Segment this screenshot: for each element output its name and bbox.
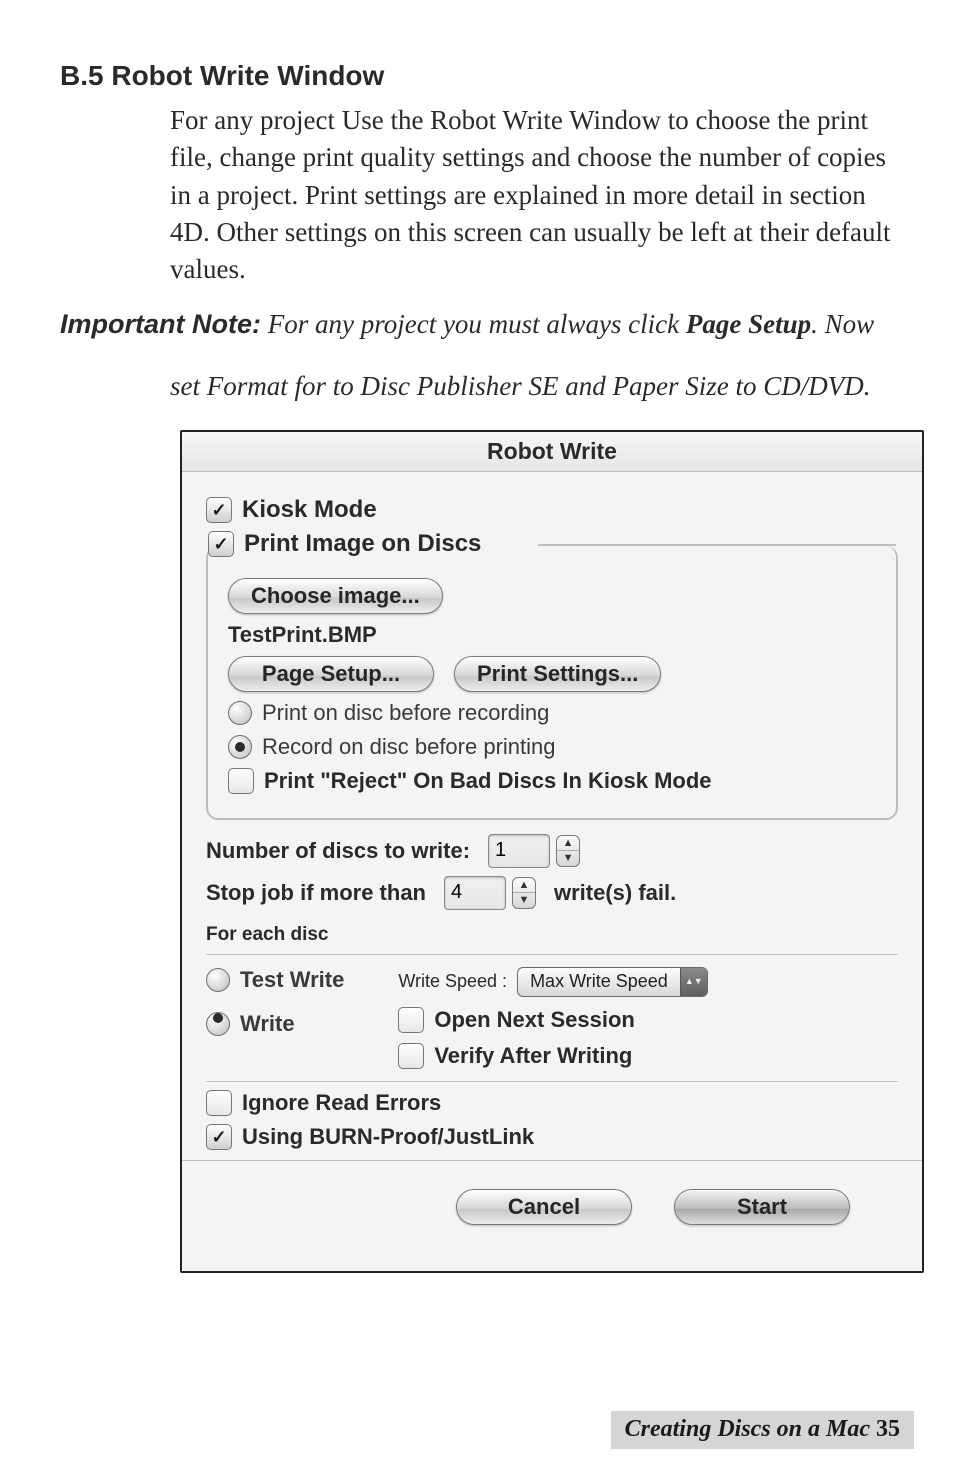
radio-record-before-printing[interactable]: Record on disc before printing (228, 734, 556, 760)
selected-file-name: TestPrint.BMP (228, 622, 377, 648)
print-reject-label: Print "Reject" On Bad Discs In Kiosk Mod… (264, 768, 712, 794)
footer-page-number: 35 (876, 1416, 900, 1442)
radio-dot-icon (228, 701, 252, 725)
for-each-disc-label: For each disc (206, 924, 329, 946)
radio-dot-selected-icon (206, 1012, 230, 1036)
write-speed-label: Write Speed : (398, 971, 507, 992)
stepper-arrows-icon[interactable]: ▲▼ (512, 877, 536, 909)
burn-proof-label: Using BURN-Proof/JustLink (242, 1124, 534, 1150)
select-arrows-icon: ▲▼ (680, 968, 707, 996)
stop-job-input[interactable] (444, 876, 506, 910)
num-discs-stepper[interactable]: ▲▼ (488, 834, 580, 868)
radio-print-before-recording[interactable]: Print on disc before recording (228, 700, 549, 726)
radio-write-label: Write (240, 1011, 295, 1037)
kiosk-mode-checkbox[interactable]: ✓ (206, 497, 232, 523)
print-image-label: Print Image on Discs (244, 530, 481, 558)
kiosk-mode-row: ✓ Kiosk Mode (206, 496, 898, 524)
important-note-text-2: . Now (811, 309, 874, 339)
dialog-title: Robot Write (182, 432, 922, 472)
write-speed-select[interactable]: Max Write Speed ▲▼ (517, 967, 708, 997)
radio-dot-selected-icon (228, 735, 252, 759)
important-note-bold: Page Setup (686, 309, 811, 339)
choose-image-button[interactable]: Choose image... (228, 578, 443, 614)
start-button[interactable]: Start (674, 1189, 850, 1225)
writes-fail-label: write(s) fail. (554, 880, 676, 906)
stepper-arrows-icon[interactable]: ▲▼ (556, 835, 580, 867)
print-image-checkbox[interactable]: ✓ (208, 531, 234, 557)
robot-write-dialog: Robot Write ✓ Kiosk Mode ✓ Print Image o… (180, 430, 924, 1273)
ignore-read-errors-checkbox[interactable]: ✓ (206, 1090, 232, 1116)
kiosk-mode-label: Kiosk Mode (242, 496, 377, 524)
ignore-read-errors-label: Ignore Read Errors (242, 1090, 441, 1116)
important-note-cont: set Format for to Disc Publisher SE and … (170, 371, 894, 402)
write-speed-value: Max Write Speed (518, 971, 680, 992)
burn-proof-checkbox[interactable]: ✓ (206, 1124, 232, 1150)
radio-dot-icon (206, 968, 230, 992)
stop-job-label: Stop job if more than (206, 880, 426, 906)
print-image-group: ✓ Print Image on Discs Choose image... T… (206, 546, 898, 820)
radio-write[interactable]: Write (206, 1011, 344, 1037)
divider (182, 1160, 922, 1161)
radio-test-write[interactable]: Test Write (206, 967, 344, 993)
page-footer: Creating Discs on a Mac 35 (611, 1411, 914, 1449)
radio-test-write-label: Test Write (240, 967, 344, 993)
footer-text: Creating Discs on a Mac (625, 1416, 870, 1442)
stop-job-stepper[interactable]: ▲▼ (444, 876, 536, 910)
section-paragraph: For any project Use the Robot Write Wind… (170, 102, 894, 288)
for-each-disc-frame: Test Write Write Write Speed : Max Write… (206, 954, 898, 1082)
radio-record-first-label: Record on disc before printing (262, 734, 556, 760)
print-settings-button[interactable]: Print Settings... (454, 656, 661, 692)
open-next-session-label: Open Next Session (434, 1007, 635, 1033)
important-note-label: Important Note: (60, 309, 261, 339)
verify-after-writing-label: Verify After Writing (434, 1043, 632, 1069)
num-discs-label: Number of discs to write: (206, 838, 470, 864)
radio-print-first-label: Print on disc before recording (262, 700, 549, 726)
important-note-text-1: For any project you must always click (261, 309, 686, 339)
open-next-session-checkbox[interactable]: ✓ (398, 1007, 424, 1033)
section-heading: B.5 Robot Write Window (60, 60, 894, 92)
verify-after-writing-checkbox[interactable]: ✓ (398, 1043, 424, 1069)
cancel-button[interactable]: Cancel (456, 1189, 632, 1225)
print-reject-checkbox[interactable]: ✓ (228, 768, 254, 794)
important-note: Important Note: For any project you must… (60, 306, 894, 343)
num-discs-input[interactable] (488, 834, 550, 868)
page-setup-button[interactable]: Page Setup... (228, 656, 434, 692)
